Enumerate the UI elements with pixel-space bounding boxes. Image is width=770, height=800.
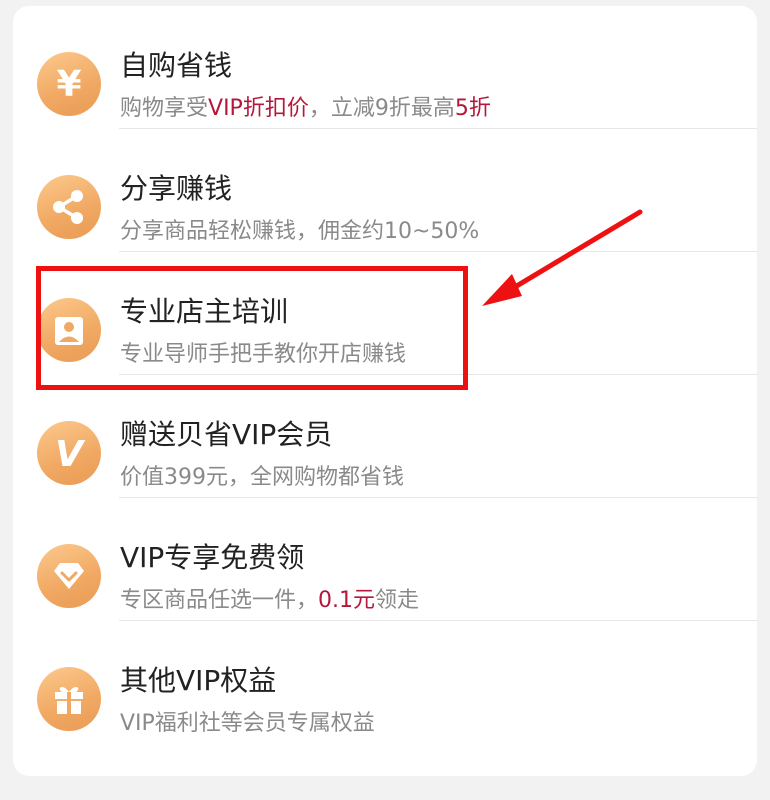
vip-v-icon: V <box>37 421 101 485</box>
item-subtitle: 分享商品轻松赚钱，佣金约10~50% <box>120 219 480 244</box>
annotation-highlight-box <box>36 266 468 390</box>
svg-text:V: V <box>55 434 86 475</box>
item-subtitle: 专区商品任选一件，0.1元领走 <box>120 588 420 613</box>
annotation-arrow-icon <box>482 209 643 306</box>
item-title: 分享赚钱 <box>120 172 233 205</box>
item-title: 赠送贝省VIP会员 <box>120 418 333 451</box>
item-subtitle: VIP福利社等会员专属权益 <box>120 711 375 736</box>
item-subtitle: 价值399元，全网购物都省钱 <box>120 465 404 490</box>
list-item-free-claim[interactable]: VIP专享免费领 专区商品任选一件，0.1元领走 <box>13 498 757 621</box>
share-icon <box>37 175 101 239</box>
list-item-other-vip[interactable]: 其他VIP权益 VIP福利社等会员专属权益 <box>13 621 757 744</box>
list-item-self-purchase[interactable]: ¥ 自购省钱 购物享受VIP折扣价，立减9折最高5折 <box>13 6 757 129</box>
yen-icon: ¥ <box>37 52 101 116</box>
vip-benefits-card: ¥ 自购省钱 购物享受VIP折扣价，立减9折最高5折 分享赚钱 分享商品轻松赚钱… <box>13 6 757 776</box>
item-subtitle: 购物享受VIP折扣价，立减9折最高5折 <box>120 96 491 121</box>
gift-icon <box>37 667 101 731</box>
svg-text:¥: ¥ <box>56 64 81 105</box>
list-item-gift-vip[interactable]: V 赠送贝省VIP会员 价值399元，全网购物都省钱 <box>13 375 757 498</box>
item-title: 自购省钱 <box>120 49 233 82</box>
item-title: VIP专享免费领 <box>120 541 305 574</box>
diamond-icon <box>37 544 101 608</box>
item-title: 其他VIP权益 <box>120 664 277 697</box>
